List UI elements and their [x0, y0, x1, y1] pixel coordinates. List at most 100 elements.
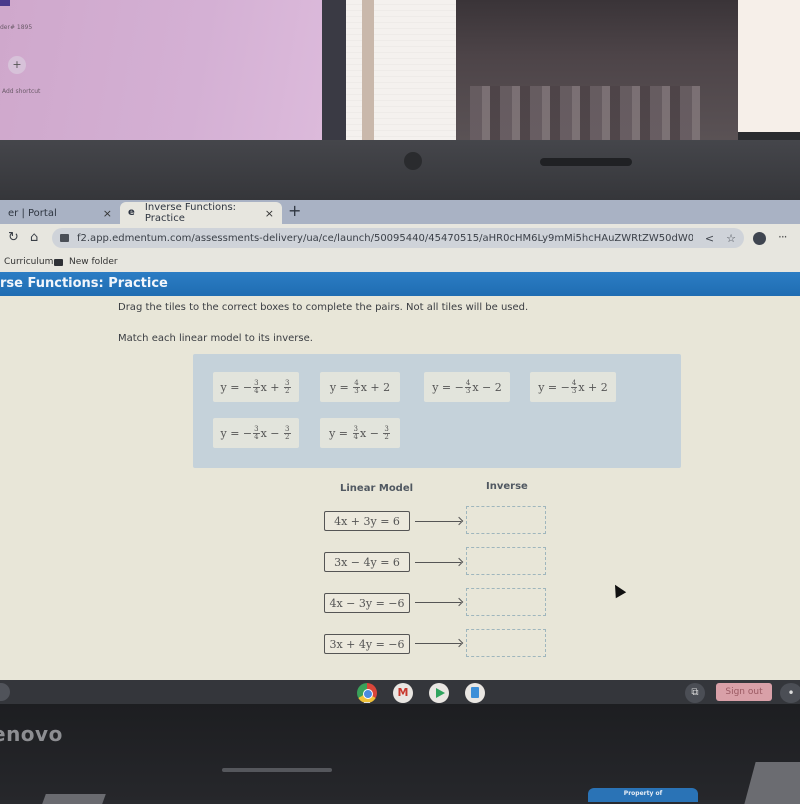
tile[interactable]: y = −4 3 x + 2: [530, 372, 616, 402]
new-tab-button[interactable]: +: [288, 201, 301, 220]
tile[interactable]: y = −3 4 x + 32: [213, 372, 299, 402]
folder-icon: [54, 258, 63, 266]
profile-avatar[interactable]: [753, 232, 766, 245]
webcam-icon: [404, 152, 422, 170]
tile[interactable]: y = 34x − 32: [320, 418, 400, 448]
chrome-app-icon[interactable]: [357, 683, 377, 703]
constant: 2: [383, 380, 391, 394]
laptop-base: enovo Property of: [0, 704, 800, 804]
sign: −: [454, 380, 464, 394]
status-area-button[interactable]: •: [780, 683, 800, 703]
gmail-app-icon[interactable]: M: [393, 683, 413, 703]
tab-label: Inverse Functions: Practice: [144, 202, 237, 224]
bookmark-label: Curriculum: [4, 257, 54, 267]
denominator: 4: [254, 386, 259, 395]
denominator: 2: [285, 432, 290, 441]
fraction: 32: [383, 425, 390, 441]
tab-inverse-functions[interactable]: e Inverse Functions: Practice ×: [120, 202, 282, 224]
fraction: 43: [464, 379, 472, 395]
tile[interactable]: y = −4 3 x − 2: [424, 372, 510, 402]
hinge: [222, 768, 332, 772]
var-y: y =: [220, 426, 243, 440]
close-icon[interactable]: ×: [265, 207, 274, 220]
column-header-inverse: Inverse: [486, 481, 528, 492]
fraction: 34: [253, 379, 260, 395]
denominator: 2: [384, 432, 389, 441]
linear-model-2: 3x − 4y = 6: [324, 552, 410, 572]
active-app-indicator: [364, 702, 370, 703]
constant: 2: [494, 380, 502, 394]
inverse-drop-target-4[interactable]: [466, 629, 546, 657]
app-icon: [0, 0, 10, 6]
home-icon[interactable]: ⌂: [30, 230, 38, 245]
tile[interactable]: y = 43x + 2: [320, 372, 400, 402]
browser-toolbar: ↻ ⌂ f2.app.edmentum.com/assessments-deli…: [0, 224, 800, 252]
denominator: 2: [285, 386, 290, 395]
laptop-foot: [744, 762, 800, 804]
column-header-linear-model: Linear Model: [340, 483, 414, 494]
background-books: [470, 86, 700, 140]
laptop-foot: [42, 794, 106, 804]
close-icon[interactable]: ×: [103, 207, 112, 220]
sign: −: [242, 380, 253, 394]
laptop-bezel: [0, 140, 800, 200]
var-x: x −: [472, 380, 495, 394]
tab-strip: er | Portal × e Inverse Functions: Pract…: [0, 200, 800, 224]
inverse-drop-target-2[interactable]: [466, 547, 546, 575]
denominator: 4: [353, 432, 358, 441]
share-icon[interactable]: <: [705, 232, 714, 245]
instruction-drag: Drag the tiles to the correct boxes to c…: [118, 302, 529, 313]
os-shelf: M ⧉ Sign out •: [0, 680, 800, 704]
var-x: x −: [260, 426, 284, 440]
linear-model-4: 3x + 4y = −6: [324, 634, 410, 654]
address-bar[interactable]: f2.app.edmentum.com/assessments-delivery…: [52, 228, 744, 248]
site-info-icon[interactable]: [60, 234, 69, 242]
linear-model-1: 4x + 3y = 6: [324, 511, 410, 531]
bookmark-new-folder[interactable]: New folder: [54, 257, 118, 267]
var-x: x +: [360, 380, 384, 394]
brand-logo: enovo: [0, 722, 63, 746]
menu-icon[interactable]: ···: [778, 230, 788, 244]
tab-label: er | Portal: [8, 207, 57, 219]
inverse-drop-target-3[interactable]: [466, 588, 546, 616]
screen-capture-icon[interactable]: ⧉: [685, 683, 705, 703]
var-y: y =: [432, 380, 455, 394]
background-monitor: der# 1895 + Add shortcut: [0, 0, 322, 146]
denominator: 3: [571, 386, 577, 395]
sign-out-button[interactable]: Sign out: [716, 683, 772, 701]
inverse-drop-target-1[interactable]: [466, 506, 546, 534]
instruction-match: Match each linear model to its inverse.: [118, 333, 313, 344]
bookmark-star-icon[interactable]: ☆: [726, 232, 736, 245]
fraction: 32: [284, 379, 291, 395]
tile-bank: y = −3 4 x + 32 y = 43x + 2 y = −4 3 x − 2 y…: [193, 354, 681, 468]
reload-icon[interactable]: ↻: [8, 230, 19, 245]
launcher-button[interactable]: [0, 683, 10, 701]
window-post: [362, 0, 374, 142]
tab-portal[interactable]: er | Portal ×: [0, 202, 120, 224]
tile[interactable]: y = −3 4 x − 32: [213, 418, 299, 448]
fraction: 43: [570, 379, 578, 395]
linear-model-3: 4x − 3y = −6: [324, 593, 410, 613]
url-text[interactable]: f2.app.edmentum.com/assessments-delivery…: [77, 233, 693, 244]
arrow-icon: [415, 521, 461, 522]
denominator: 3: [354, 386, 359, 395]
play-store-app-icon[interactable]: [429, 683, 449, 703]
sign: −: [242, 426, 253, 440]
fraction: 32: [284, 425, 291, 441]
bookmark-curriculum[interactable]: Curriculum: [4, 257, 53, 267]
var-x: x +: [578, 380, 601, 394]
docs-app-icon[interactable]: [465, 683, 485, 703]
add-shortcut-icon: +: [8, 56, 26, 74]
edmentum-favicon-icon: e: [128, 207, 135, 218]
bookmarks-bar: Curriculum New folder: [0, 252, 800, 273]
denominator: 3: [465, 386, 471, 395]
arrow-icon: [415, 602, 461, 603]
constant: 2: [600, 380, 608, 394]
bookmark-label: New folder: [69, 257, 118, 267]
browser-window: er | Portal × e Inverse Functions: Pract…: [0, 200, 800, 680]
var-y: y =: [538, 380, 561, 394]
arrow-icon: [415, 562, 461, 563]
var-y: y =: [220, 380, 243, 394]
denominator: 4: [254, 432, 259, 441]
bezel-slot: [540, 158, 632, 166]
